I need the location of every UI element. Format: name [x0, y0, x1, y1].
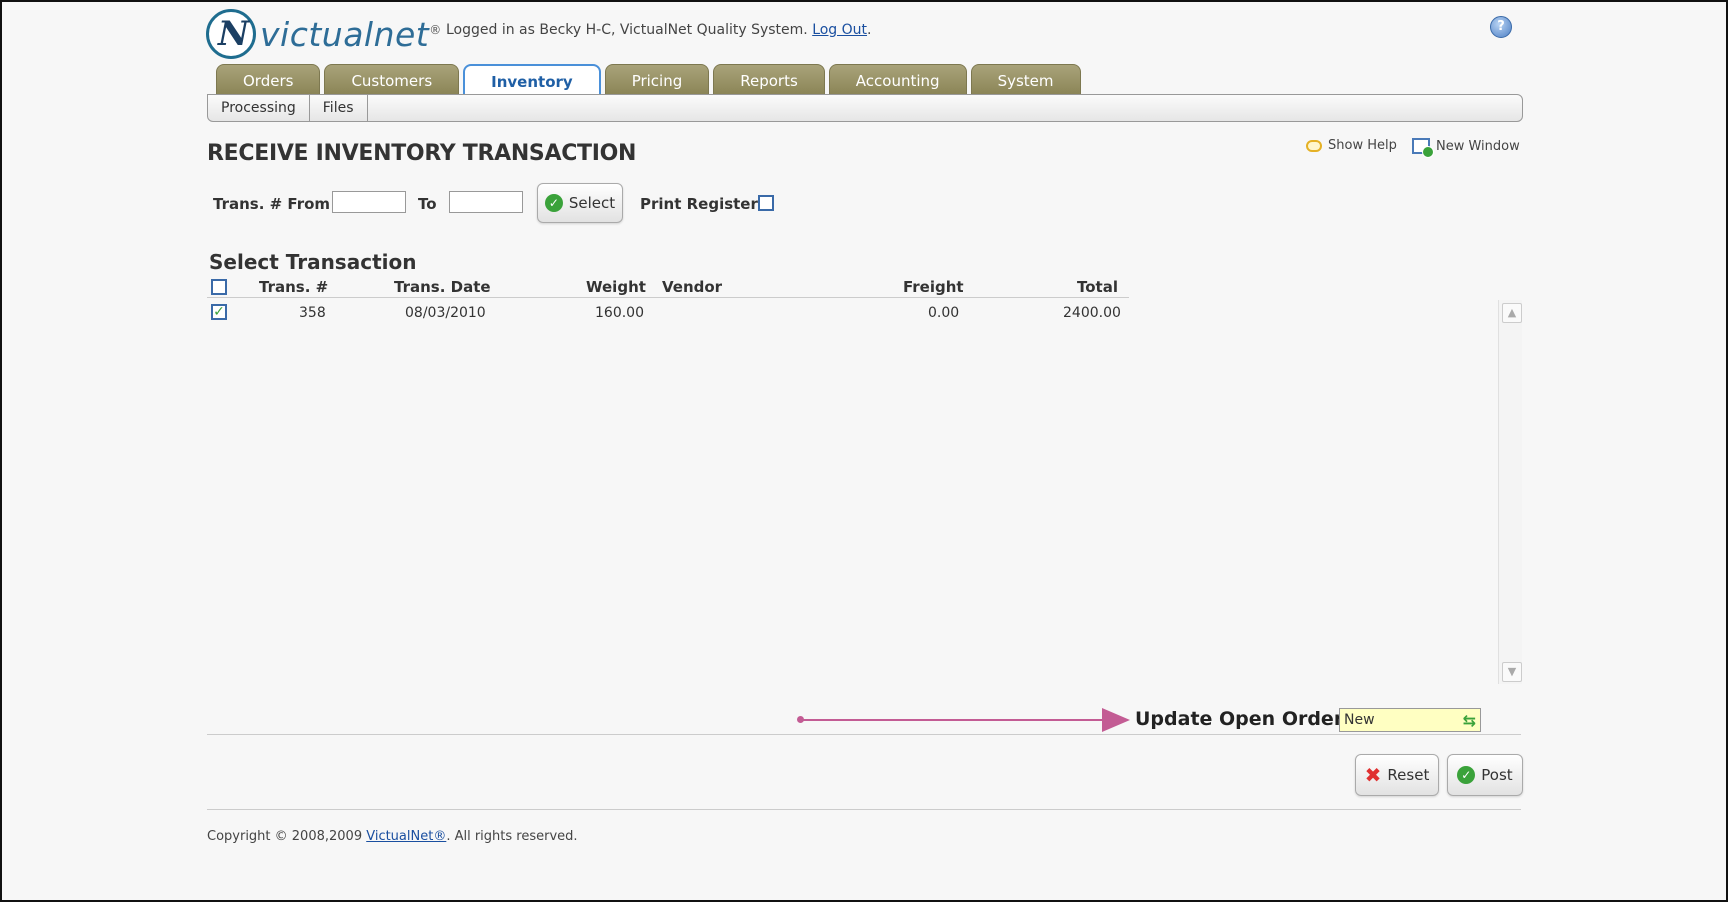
- trans-from-label: Trans. # From: [213, 195, 331, 213]
- logo-mark-letter: N: [218, 14, 250, 54]
- logo-mark-icon: N: [206, 9, 256, 59]
- col-header-trans-no[interactable]: Trans. #: [259, 278, 328, 296]
- subtab-processing[interactable]: Processing: [208, 95, 310, 121]
- reset-button-label: Reset: [1387, 766, 1430, 784]
- cell-freight: 0.00: [928, 305, 960, 321]
- footer-victualnet-link[interactable]: VictualNet®: [366, 829, 446, 844]
- divider-bottom: [207, 809, 1521, 810]
- cell-trans-no: 358: [299, 305, 326, 321]
- annotation-arrow-line: [800, 719, 1105, 721]
- red-x-icon: ✖: [1364, 763, 1382, 787]
- reset-button[interactable]: ✖ Reset: [1355, 754, 1439, 796]
- cell-total: 2400.00: [1063, 305, 1121, 321]
- subtab-files[interactable]: Files: [310, 95, 368, 121]
- footer-copyright: Copyright © 2008,2009 VictualNet®. All r…: [207, 829, 578, 844]
- cell-weight: 160.00: [595, 305, 644, 321]
- tab-customers[interactable]: Customers: [324, 64, 460, 94]
- login-status-text: Logged in as Becky H-C, VictualNet Quali…: [446, 22, 813, 38]
- footer-text: Copyright © 2008,2009: [207, 829, 367, 844]
- show-help-link[interactable]: Show Help: [1306, 138, 1397, 153]
- update-open-orders-select[interactable]: New ⇆: [1339, 708, 1481, 732]
- login-status: Logged in as Becky H-C, VictualNet Quali…: [446, 22, 871, 38]
- divider-top: [207, 734, 1521, 735]
- scroll-up-icon[interactable]: ▲: [1502, 303, 1522, 323]
- print-register-label: Print Register: [640, 195, 758, 213]
- tab-accounting[interactable]: Accounting: [828, 64, 967, 94]
- help-icon[interactable]: ?: [1490, 16, 1512, 38]
- section-title: Select Transaction: [209, 250, 417, 274]
- cell-trans-date: 08/03/2010: [405, 305, 486, 321]
- tab-inventory[interactable]: Inventory: [463, 64, 601, 95]
- print-register-checkbox[interactable]: [758, 195, 774, 211]
- row-checkbox[interactable]: ✓: [211, 304, 227, 320]
- trans-to-input[interactable]: [449, 191, 523, 213]
- check-circle-icon: ✓: [1457, 766, 1476, 784]
- logo-text: victualnet®: [260, 15, 442, 54]
- post-button-label: Post: [1481, 766, 1513, 784]
- new-window-icon: [1412, 138, 1434, 158]
- select-all-checkbox[interactable]: [211, 279, 227, 295]
- new-window-link[interactable]: New Window: [1412, 138, 1520, 158]
- subtab-bar: [207, 94, 1523, 122]
- col-header-freight[interactable]: Freight: [903, 278, 964, 296]
- new-window-label: New Window: [1436, 138, 1520, 154]
- col-header-vendor[interactable]: Vendor: [662, 278, 722, 296]
- header-divider: [207, 297, 1129, 298]
- main-tabs: Orders Customers Inventory Pricing Repor…: [216, 64, 1081, 95]
- update-open-orders-value: New: [1344, 712, 1375, 728]
- table-scrollbar[interactable]: [1498, 300, 1522, 684]
- footer-suffix: . All rights reserved.: [446, 829, 578, 844]
- post-button[interactable]: ✓ Post: [1447, 754, 1523, 796]
- tab-system[interactable]: System: [970, 64, 1081, 94]
- annotation-arrow-head-icon: [1102, 708, 1130, 732]
- col-header-total[interactable]: Total: [1077, 278, 1118, 296]
- tab-orders[interactable]: Orders: [216, 64, 321, 94]
- victualnet-logo[interactable]: N victualnet®: [206, 8, 442, 60]
- scroll-down-icon[interactable]: ▼: [1502, 662, 1522, 682]
- trans-from-input[interactable]: [332, 191, 406, 213]
- col-header-weight[interactable]: Weight: [586, 278, 646, 296]
- tab-reports[interactable]: Reports: [713, 64, 825, 94]
- update-open-orders-label: Update Open Orders: [1135, 708, 1355, 730]
- col-header-trans-date[interactable]: Trans. Date: [394, 278, 491, 296]
- page-title: RECEIVE INVENTORY TRANSACTION: [207, 141, 637, 166]
- refresh-icon[interactable]: ⇆: [1463, 711, 1476, 730]
- login-status-suffix: .: [867, 22, 872, 38]
- tab-pricing[interactable]: Pricing: [604, 64, 710, 94]
- trans-to-label: To: [418, 195, 437, 213]
- logo-registered-mark: ®: [429, 22, 442, 37]
- logo-wordmark: victualnet: [260, 14, 430, 54]
- select-button[interactable]: ✓ Select: [537, 183, 623, 223]
- speech-bubble-icon: [1306, 139, 1322, 152]
- subtabs: Processing Files: [208, 95, 368, 121]
- show-help-label: Show Help: [1328, 138, 1397, 153]
- logout-link[interactable]: Log Out: [812, 22, 867, 38]
- check-circle-icon: ✓: [544, 194, 563, 212]
- select-button-label: Select: [568, 194, 616, 212]
